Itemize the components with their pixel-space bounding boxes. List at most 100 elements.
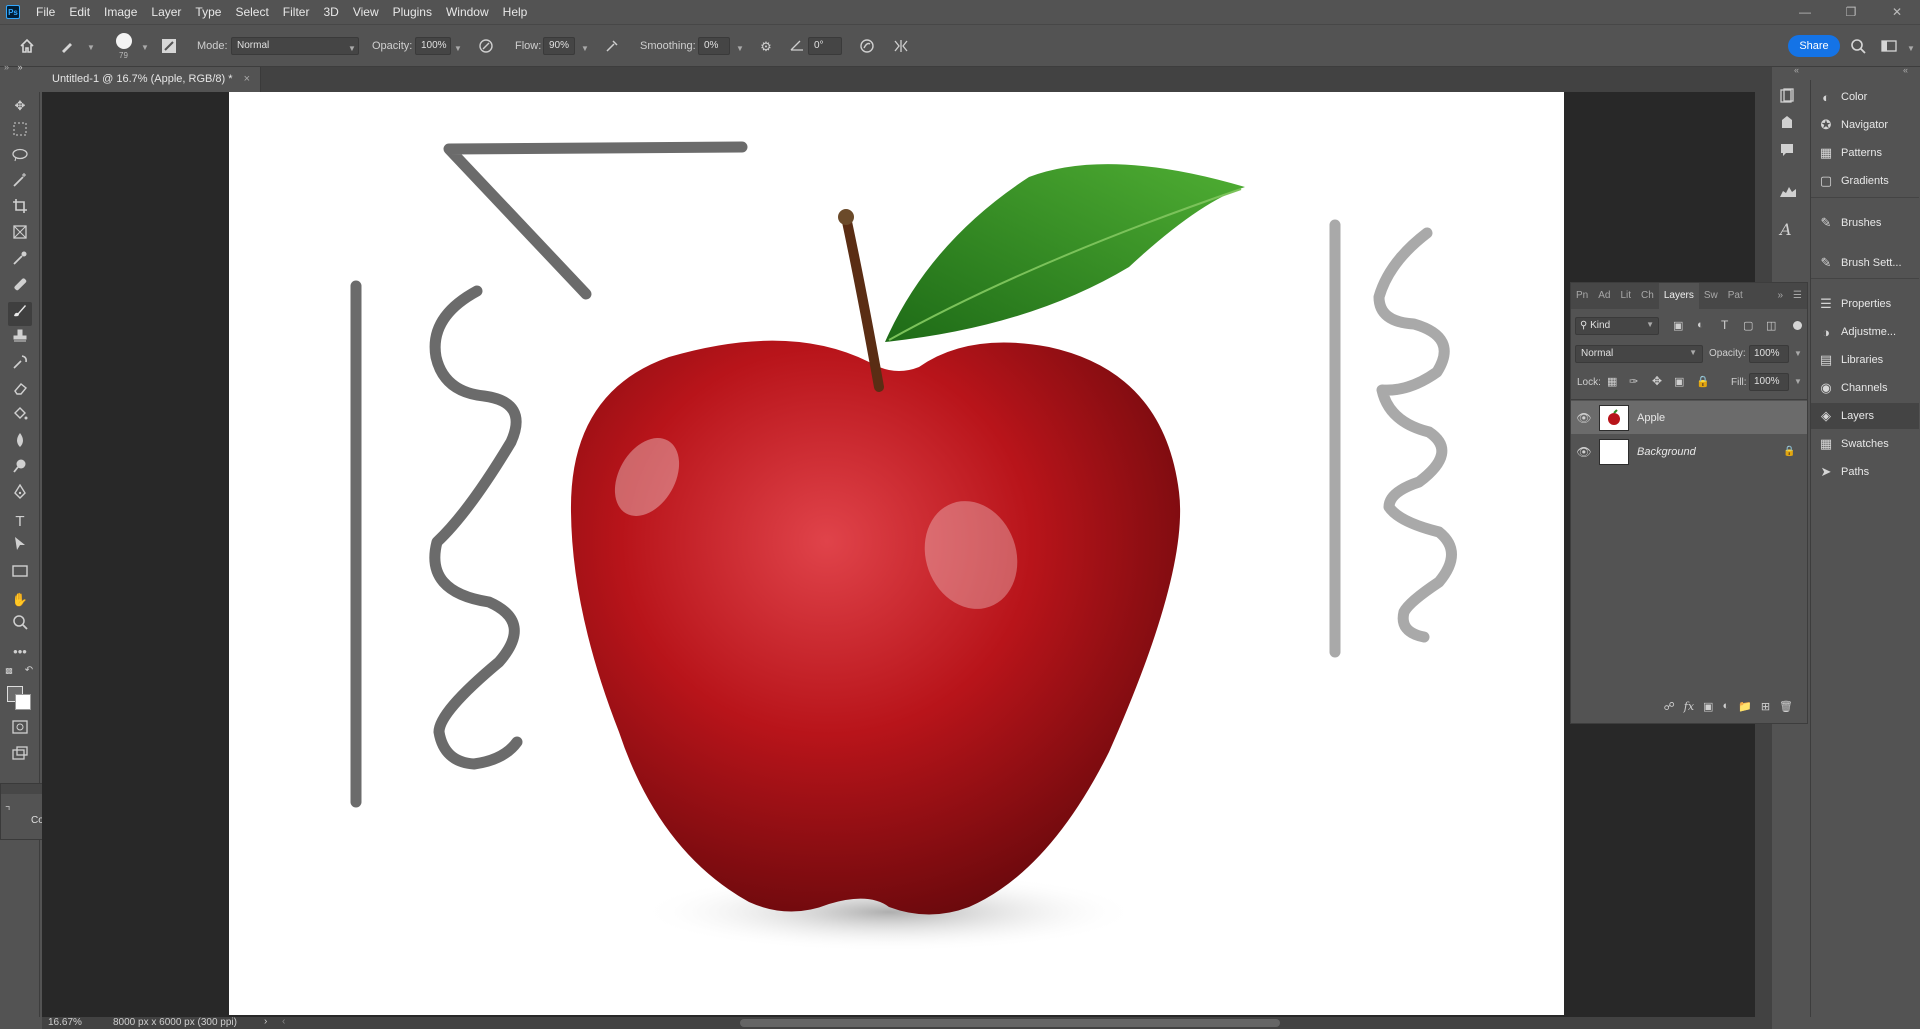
adjustment-filter-icon[interactable]: ◐: [1697, 319, 1704, 331]
menu-layer[interactable]: Layer: [144, 0, 188, 24]
pen-tool-icon[interactable]: [8, 483, 32, 508]
filter-kind-select[interactable]: ⚲ Kind ▼: [1575, 317, 1659, 335]
document-tab[interactable]: Untitled-1 @ 16.7% (Apple, RGB/8) * ×: [42, 67, 262, 92]
chevron-down-icon[interactable]: ▼: [1907, 44, 1915, 53]
shape-filter-icon[interactable]: ▢: [1743, 319, 1753, 332]
lock-position-icon[interactable]: ✥: [1652, 374, 1662, 388]
dock-channels[interactable]: ◉ Channels: [1811, 375, 1919, 401]
menu-3d[interactable]: 3D: [316, 0, 345, 24]
background-color-swatch[interactable]: [15, 694, 31, 710]
path-selection-tool-icon[interactable]: [8, 536, 32, 560]
smoothing-field[interactable]: 0%: [698, 37, 730, 55]
blend-mode-select[interactable]: Normal ▼: [1575, 345, 1703, 363]
collapse-icon[interactable]: «: [1794, 65, 1799, 75]
menu-type[interactable]: Type: [188, 0, 228, 24]
lock-image-icon[interactable]: ✑: [1629, 375, 1638, 388]
menu-image[interactable]: Image: [97, 0, 144, 24]
new-group-icon[interactable]: 📁: [1738, 700, 1752, 713]
dock-gradients[interactable]: ▢ Gradients: [1811, 168, 1919, 194]
delete-layer-icon[interactable]: 🗑: [1779, 700, 1793, 713]
menu-filter[interactable]: Filter: [276, 0, 317, 24]
menu-edit[interactable]: Edit: [62, 0, 97, 24]
layer-effects-icon[interactable]: fx: [1684, 700, 1694, 713]
chevron-down-icon[interactable]: ▼: [581, 44, 589, 53]
menu-view[interactable]: View: [346, 0, 386, 24]
new-layer-icon[interactable]: ⊞: [1761, 700, 1770, 713]
brush-tool-icon[interactable]: [8, 302, 32, 326]
type-tool-icon[interactable]: T: [8, 510, 32, 534]
eyedropper-tool-icon[interactable]: [8, 250, 32, 274]
menu-help[interactable]: Help: [496, 0, 535, 24]
dock-brushes[interactable]: ✎ Brushes: [1811, 210, 1919, 236]
layer-name[interactable]: Apple: [1637, 412, 1807, 424]
dock-brush-settings[interactable]: ✎ Brush Sett...: [1811, 250, 1919, 276]
tab-pat[interactable]: Pat: [1723, 283, 1748, 309]
layer-name[interactable]: Background: [1637, 446, 1783, 458]
rectangle-tool-icon[interactable]: [8, 562, 32, 586]
filter-toggle-icon[interactable]: [1793, 321, 1802, 330]
type-filter-icon[interactable]: T: [1721, 318, 1728, 332]
adjustment-layer-icon[interactable]: ◐: [1722, 700, 1729, 712]
brush-preset-icon[interactable]: [58, 38, 76, 56]
menu-select[interactable]: Select: [228, 0, 275, 24]
brush-tip-icon[interactable]: [116, 33, 132, 49]
chevron-down-icon[interactable]: ▼: [87, 43, 95, 52]
search-icon[interactable]: [1849, 38, 1867, 56]
actions-icon[interactable]: [1779, 114, 1795, 133]
dock-layers[interactable]: ◈ Layers: [1811, 403, 1919, 429]
document-canvas[interactable]: [229, 92, 1564, 1015]
smart-object-filter-icon[interactable]: ◫: [1766, 319, 1776, 332]
collapse-icon[interactable]: «: [1903, 65, 1908, 75]
collapse-left-icon[interactable]: »: [4, 62, 9, 72]
share-button[interactable]: Share: [1788, 35, 1840, 57]
opacity-field[interactable]: 100%: [415, 37, 451, 55]
history-icon[interactable]: [1779, 88, 1795, 107]
mode-select[interactable]: Normal: [231, 37, 359, 55]
chevron-down-icon[interactable]: ▼: [736, 44, 744, 53]
dock-patterns[interactable]: ▦ Patterns: [1811, 140, 1919, 166]
tab-sw[interactable]: Sw: [1699, 283, 1723, 309]
collapse-toolbar-icon[interactable]: »: [8, 60, 32, 74]
lock-all-icon[interactable]: 🔒: [1696, 375, 1710, 388]
healing-brush-tool-icon[interactable]: [8, 276, 32, 300]
dock-swatches[interactable]: ▦ Swatches: [1811, 431, 1919, 457]
chevron-down-icon[interactable]: ▼: [454, 44, 462, 53]
home-icon[interactable]: [18, 37, 36, 55]
move-tool-icon[interactable]: ✥: [8, 94, 32, 118]
dock-paths[interactable]: ➤ Paths: [1811, 459, 1919, 485]
more-tools-icon[interactable]: •••: [8, 640, 32, 664]
lock-transparent-icon[interactable]: ▦: [1607, 375, 1617, 388]
dock-navigator[interactable]: ✪ Navigator: [1811, 112, 1919, 138]
tab-ad[interactable]: Ad: [1593, 283, 1615, 309]
restore-icon[interactable]: ❐: [1828, 0, 1874, 24]
swap-colors-icon[interactable]: ↶: [22, 664, 36, 678]
paint-bucket-tool-icon[interactable]: [8, 406, 32, 430]
layer-row-apple[interactable]: 👁 Apple: [1571, 401, 1807, 434]
dock-libraries[interactable]: ▤ Libraries: [1811, 347, 1919, 373]
pixel-filter-icon[interactable]: ▣: [1673, 319, 1683, 332]
layer-opacity-field[interactable]: 100%: [1749, 345, 1789, 363]
clone-stamp-tool-icon[interactable]: [8, 328, 32, 352]
tab-pn[interactable]: Pn: [1571, 283, 1593, 309]
brush-settings-toggle-icon[interactable]: [160, 38, 178, 56]
smoothing-gear-icon[interactable]: ⚙: [757, 38, 775, 56]
menu-plugins[interactable]: Plugins: [386, 0, 439, 24]
marquee-tool-icon[interactable]: [8, 120, 32, 144]
frame-tool-icon[interactable]: [8, 224, 32, 248]
dock-adjustments[interactable]: ◑ Adjustme...: [1811, 319, 1919, 345]
close-window-icon[interactable]: ✕: [1874, 0, 1920, 24]
tab-layers[interactable]: Layers: [1658, 283, 1699, 309]
zoom-tool-icon[interactable]: [8, 614, 32, 638]
crop-tool-icon[interactable]: [8, 198, 32, 222]
comments-icon[interactable]: [1779, 142, 1795, 161]
screen-mode-icon[interactable]: [8, 744, 32, 768]
menu-window[interactable]: Window: [439, 0, 496, 24]
link-layers-icon[interactable]: ☍: [1664, 700, 1675, 713]
history-brush-tool-icon[interactable]: [8, 354, 32, 378]
pressure-opacity-icon[interactable]: [477, 38, 495, 56]
chevron-down-icon[interactable]: ▼: [1794, 377, 1802, 386]
pressure-size-icon[interactable]: [858, 38, 876, 56]
chevron-down-icon[interactable]: ▼: [141, 43, 149, 52]
panel-menu-icon[interactable]: ☰: [1788, 283, 1807, 309]
zoom-level[interactable]: 16.67%: [48, 1017, 82, 1028]
